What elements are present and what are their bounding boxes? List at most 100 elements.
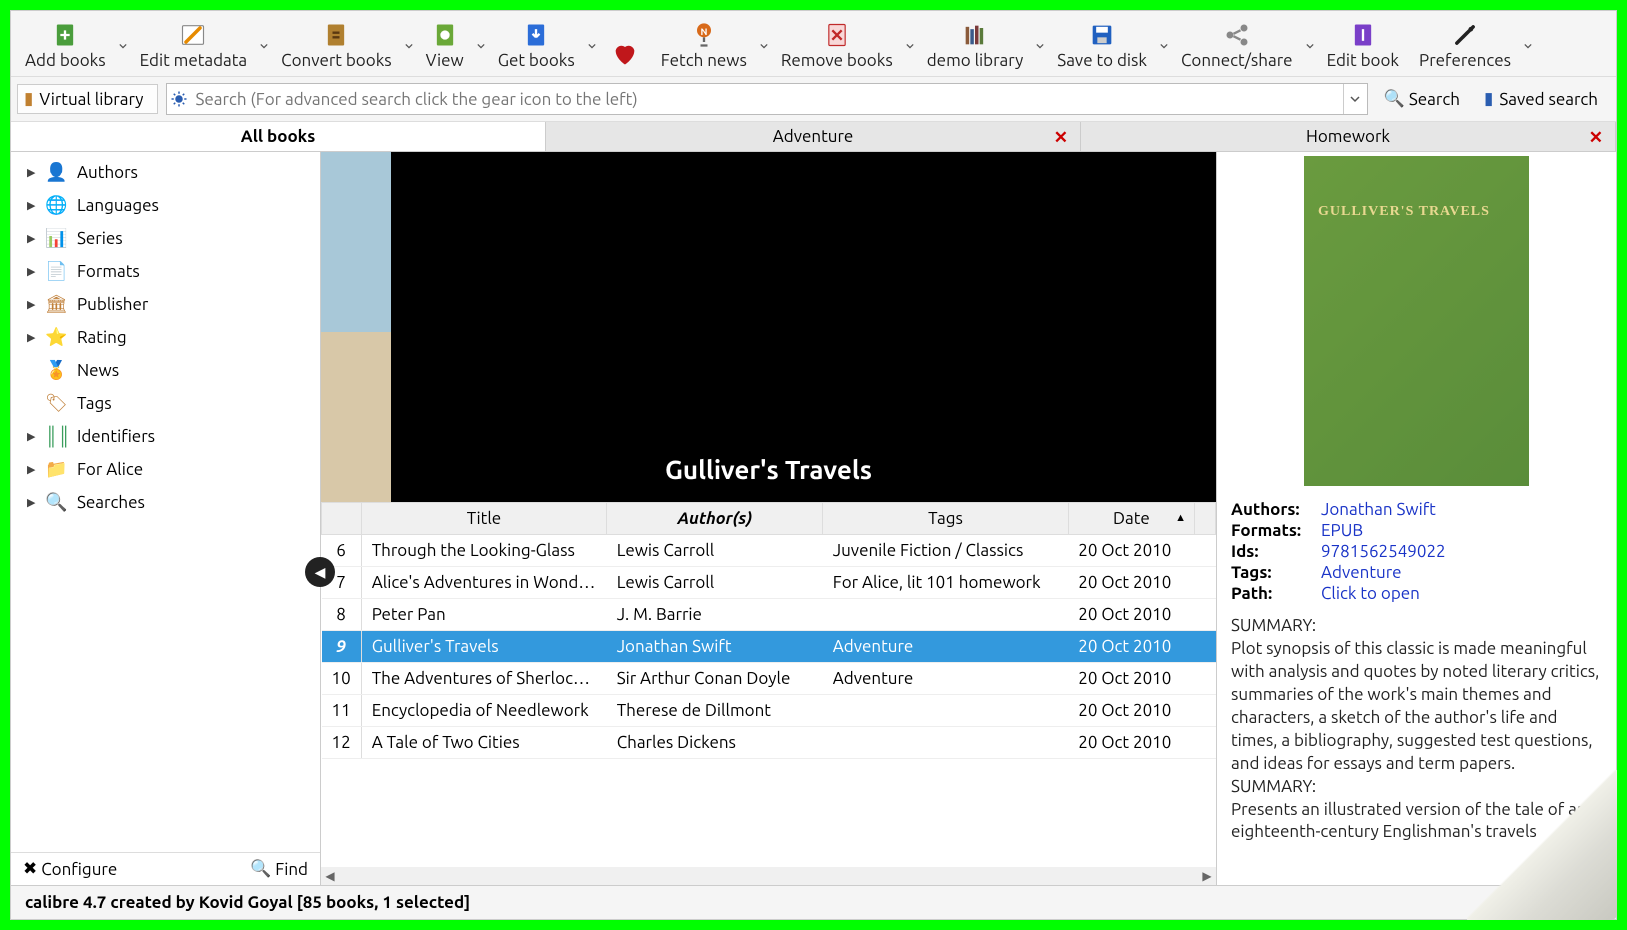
formats-link[interactable]: EPUB <box>1321 521 1363 540</box>
saved-search-button[interactable]: ▮ Saved search <box>1476 87 1606 111</box>
toolbar-label: Remove books <box>781 51 893 70</box>
tree-item-tags[interactable]: 🏷Tags <box>11 387 320 420</box>
detail-cover-image[interactable]: GULLIVER'S TRAVELS <box>1304 156 1529 486</box>
cell-date: 20 Oct 2010 <box>1068 663 1194 695</box>
summary-text-2: Presents an illustrated version of the t… <box>1231 799 1602 845</box>
toolbar-label: View <box>426 51 464 70</box>
cell-author: J. M. Barrie <box>607 599 823 631</box>
sort-indicator-icon: ▲ <box>1175 512 1186 524</box>
table-row[interactable]: 6Through the Looking-GlassLewis CarrollJ… <box>322 535 1216 567</box>
get-button[interactable]: Get books <box>488 17 585 74</box>
layout-button[interactable]: ✖ Layout <box>1489 893 1562 913</box>
tab-homework[interactable]: Homework✕ <box>1081 122 1616 151</box>
column-header-title[interactable]: Title <box>361 503 607 535</box>
find-button[interactable]: 🔍 Find <box>250 859 308 879</box>
search-dropdown-toggle[interactable] <box>1343 84 1367 114</box>
scroll-right-arrow[interactable]: ▶ <box>1198 869 1216 883</box>
cell-title: Peter Pan <box>361 599 607 631</box>
fetch-dropdown-toggle[interactable] <box>757 17 771 74</box>
configure-button[interactable]: ✖ Configure <box>23 859 117 879</box>
table-row[interactable]: 10The Adventures of Sherlock H…Sir Arthu… <box>322 663 1216 695</box>
tab-all-books[interactable]: All books <box>11 122 546 151</box>
tab-adventure[interactable]: Adventure ✕ <box>546 122 1081 151</box>
search-input[interactable] <box>191 84 1342 114</box>
tree-category-icon: 🏅 <box>45 360 67 381</box>
tree-category-icon: 📊 <box>45 228 67 249</box>
tab-label: Adventure <box>773 127 854 146</box>
remove-dropdown-toggle[interactable] <box>903 17 917 74</box>
prefs-button[interactable]: Preferences <box>1409 17 1521 74</box>
prefs-dropdown-toggle[interactable] <box>1521 17 1535 74</box>
disclosure-arrow-icon: ▶ <box>27 265 35 278</box>
heart-button[interactable] <box>599 17 651 74</box>
cell-author: Lewis Carroll <box>607 535 823 567</box>
cell-date: 20 Oct 2010 <box>1068 631 1194 663</box>
authors-label: Authors: <box>1231 500 1321 519</box>
tags-link[interactable]: Adventure <box>1321 563 1402 582</box>
toolbar-label: Preferences <box>1419 51 1511 70</box>
tree-item-formats[interactable]: ▶📄Formats <box>11 255 320 288</box>
demo-button[interactable]: demo library <box>917 17 1034 74</box>
tree-item-news[interactable]: 🏅News <box>11 354 320 387</box>
authors-link[interactable]: Jonathan Swift <box>1321 500 1436 519</box>
virtual-library-button[interactable]: ▮ Virtual library <box>17 84 158 114</box>
tree-item-searches[interactable]: ▶🔍Searches <box>11 486 320 519</box>
search-bar: ▮ Virtual library 🔍 Search ▮ Saved searc… <box>11 77 1616 122</box>
tree-item-series[interactable]: ▶📊Series <box>11 222 320 255</box>
status-text: calibre 4.7 created by Kovid Goyal [85 b… <box>25 893 470 912</box>
table-row[interactable]: 11Encyclopedia of NeedleworkTherese de D… <box>322 695 1216 727</box>
search-gear-icon[interactable] <box>167 84 191 114</box>
table-row[interactable]: 9Gulliver's TravelsJonathan SwiftAdventu… <box>322 631 1216 663</box>
row-index-column[interactable] <box>322 503 362 535</box>
fetch-button[interactable]: NFetch news <box>651 17 757 74</box>
view-dropdown-toggle[interactable] <box>474 17 488 74</box>
connect-button[interactable]: Connect/share <box>1171 17 1303 74</box>
table-row[interactable]: 7Alice's Adventures in Wonderl…Lewis Car… <box>322 567 1216 599</box>
coverflow-title: Gulliver's Travels <box>321 455 1216 484</box>
save-button[interactable]: Save to disk <box>1047 17 1157 74</box>
table-row[interactable]: 12A Tale of Two CitiesCharles Dickens20 … <box>322 727 1216 759</box>
cell-tags <box>823 695 1069 727</box>
cell-title: Encyclopedia of Needlework <box>361 695 607 727</box>
column-header-author-s-[interactable]: Author(s) <box>607 503 823 535</box>
add-button[interactable]: Add books <box>15 17 116 74</box>
library-icon <box>959 19 991 51</box>
save-dropdown-toggle[interactable] <box>1157 17 1171 74</box>
path-link[interactable]: Click to open <box>1321 584 1420 603</box>
disclosure-arrow-icon: ▶ <box>27 199 35 212</box>
column-header-tags[interactable]: Tags <box>823 503 1069 535</box>
tab-close-icon[interactable]: ✕ <box>1589 128 1603 148</box>
convert-button[interactable]: Convert books <box>271 17 401 74</box>
column-header-date[interactable]: Date▲ <box>1068 503 1194 535</box>
horizontal-scrollbar[interactable]: ◀ ▶ <box>321 867 1216 885</box>
tree-item-identifiers[interactable]: ▶║║Identifiers <box>11 420 320 453</box>
jobs-spinner-icon[interactable] <box>1580 892 1602 914</box>
scroll-left-arrow[interactable]: ◀ <box>321 869 339 883</box>
edit-dropdown-toggle[interactable] <box>257 17 271 74</box>
table-row[interactable]: 8Peter PanJ. M. Barrie20 Oct 2010 <box>322 599 1216 631</box>
tab-close-icon[interactable]: ✕ <box>1054 128 1068 148</box>
add-dropdown-toggle[interactable] <box>116 17 130 74</box>
tree-item-rating[interactable]: ▶⭐Rating <box>11 321 320 354</box>
tree-item-authors[interactable]: ▶👤Authors <box>11 156 320 189</box>
demo-dropdown-toggle[interactable] <box>1033 17 1047 74</box>
search-button[interactable]: 🔍 Search <box>1376 87 1468 111</box>
row-index: 10 <box>322 663 362 695</box>
view-button[interactable]: View <box>416 17 474 74</box>
ids-link[interactable]: 9781562549022 <box>1321 542 1446 561</box>
disclosure-arrow-icon: ▶ <box>27 430 35 443</box>
tree-item-for-alice[interactable]: ▶📁For Alice <box>11 453 320 486</box>
connect-dropdown-toggle[interactable] <box>1303 17 1317 74</box>
coverflow-view[interactable]: Gulliver's Travels <box>321 152 1216 502</box>
remove-button[interactable]: Remove books <box>771 17 903 74</box>
summary-heading: SUMMARY: <box>1231 615 1602 638</box>
path-label: Path: <box>1231 584 1321 603</box>
editbook-button[interactable]: Edit book <box>1317 17 1409 74</box>
convert-dropdown-toggle[interactable] <box>402 17 416 74</box>
edit-button[interactable]: Edit metadata <box>130 17 258 74</box>
ids-label: Ids: <box>1231 542 1321 561</box>
tree-item-publisher[interactable]: ▶🏛Publisher <box>11 288 320 321</box>
sidebar-collapse-handle[interactable]: ◀ <box>305 557 335 587</box>
get-dropdown-toggle[interactable] <box>585 17 599 74</box>
tree-item-languages[interactable]: ▶🌐Languages <box>11 189 320 222</box>
